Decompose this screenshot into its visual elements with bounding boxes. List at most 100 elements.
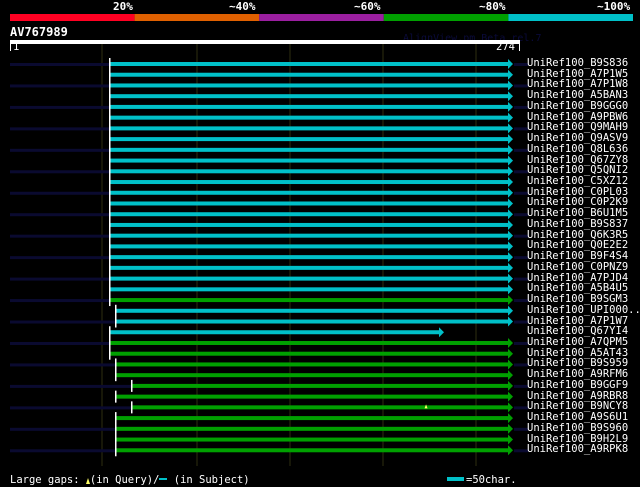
hit-start-tick: [115, 444, 117, 457]
hit-start-tick: [109, 176, 111, 189]
hit-bar: [110, 212, 510, 217]
hit-bar: [110, 147, 510, 152]
unaligned-line: [10, 299, 110, 303]
hit-bar: [116, 416, 510, 421]
hit-bar: [110, 330, 441, 335]
hit-start-tick: [109, 208, 111, 221]
hit-bar: [116, 308, 510, 313]
hit-start-tick: [109, 218, 111, 231]
unaligned-line: [514, 191, 528, 195]
hit-start-tick: [115, 304, 117, 317]
hit-arrow: [508, 380, 513, 391]
hit-arrow: [508, 187, 513, 198]
hit-start-tick: [109, 122, 111, 135]
hit-bar: [116, 437, 510, 442]
hit-bar: [110, 62, 510, 66]
identity-segment: [383, 14, 509, 21]
unaligned-line: [10, 105, 110, 109]
hit-bar: [116, 394, 510, 399]
unaligned-line: [514, 384, 528, 388]
unaligned-line: [514, 170, 528, 174]
hit-start-tick: [109, 111, 111, 124]
hit-arrow: [508, 434, 513, 445]
hit-start-tick: [109, 251, 111, 264]
hit-start-tick: [109, 133, 111, 146]
unaligned-line: [514, 63, 528, 66]
hit-arrow: [508, 219, 513, 230]
hit-arrow: [508, 123, 513, 134]
unaligned-line: [514, 127, 528, 131]
unaligned-line: [10, 341, 110, 345]
hit-arrow: [508, 252, 513, 263]
identity-segment: [259, 14, 384, 21]
unaligned-line: [10, 277, 110, 281]
hit-bar: [110, 340, 510, 345]
hit-arrow: [508, 177, 513, 188]
hit-start-tick: [109, 294, 111, 307]
hit-arrow: [508, 295, 513, 306]
hit-start-tick: [109, 336, 111, 349]
hit-arrow: [508, 209, 513, 220]
hit-arrow: [508, 59, 513, 69]
hit-bar: [110, 126, 510, 131]
hit-bar: [110, 233, 510, 238]
unaligned-line: [10, 449, 116, 453]
hit-bar: [110, 169, 510, 174]
unaligned-line: [514, 234, 528, 238]
unaligned-line: [514, 427, 528, 431]
hit-bar: [110, 201, 510, 206]
hit-bar: [110, 104, 510, 109]
hit-arrow: [508, 402, 513, 413]
hit-bar: [110, 298, 510, 303]
identity-segment: [10, 14, 135, 21]
hit-bar: [116, 426, 510, 431]
hit-arrow: [508, 445, 513, 456]
hit-bar: [116, 448, 510, 453]
unaligned-line: [514, 320, 528, 324]
unaligned-line: [514, 256, 528, 260]
hit-bar: [110, 115, 510, 120]
unaligned-line: [514, 449, 528, 453]
unaligned-line: [514, 299, 528, 303]
scale-legend: =50char.: [447, 474, 517, 486]
hit-start-tick: [109, 326, 111, 339]
unaligned-line: [514, 341, 528, 345]
unaligned-line: [10, 170, 110, 174]
hit-start-tick: [109, 283, 111, 296]
hit-start-tick: [115, 422, 117, 435]
hit-start-tick: [109, 90, 111, 103]
hit-start-tick: [109, 68, 111, 81]
gap-legend: Large gaps: (in Query)/ (in Subject): [10, 474, 250, 486]
hit-arrow: [508, 112, 513, 123]
hit-arrow: [508, 134, 513, 145]
scale-bar-icon: [447, 477, 464, 481]
unaligned-line: [10, 191, 110, 195]
hit-arrow: [508, 241, 513, 252]
hit-bar: [110, 190, 510, 195]
ruler-start-tick: [10, 44, 11, 51]
unaligned-line: [514, 148, 528, 152]
hit-bar: [110, 351, 510, 356]
hit-bar: [110, 180, 510, 185]
hit-start-tick: [109, 58, 111, 70]
hit-bar: [110, 244, 510, 249]
unaligned-line: [10, 234, 110, 238]
legend-subject: (in Subject): [173, 474, 250, 486]
hit-arrow: [508, 305, 513, 316]
hit-bar: [110, 72, 510, 77]
unaligned-line: [10, 384, 132, 388]
unaligned-line: [10, 256, 110, 260]
identity-segment: [134, 14, 260, 21]
hit-arrow: [508, 359, 513, 370]
hit-start-tick: [131, 379, 133, 392]
hit-arrow: [508, 370, 513, 381]
unaligned-line: [514, 277, 528, 281]
unaligned-line: [10, 63, 110, 66]
hit-arrow: [508, 423, 513, 434]
hit-start-tick: [109, 165, 111, 178]
hit-start-tick: [109, 143, 111, 156]
hit-bar: [116, 362, 510, 367]
hit-label[interactable]: UniRef100_A9RPK8: [527, 444, 628, 455]
subject-gap-icon: [159, 478, 168, 480]
unaligned-line: [10, 363, 116, 367]
